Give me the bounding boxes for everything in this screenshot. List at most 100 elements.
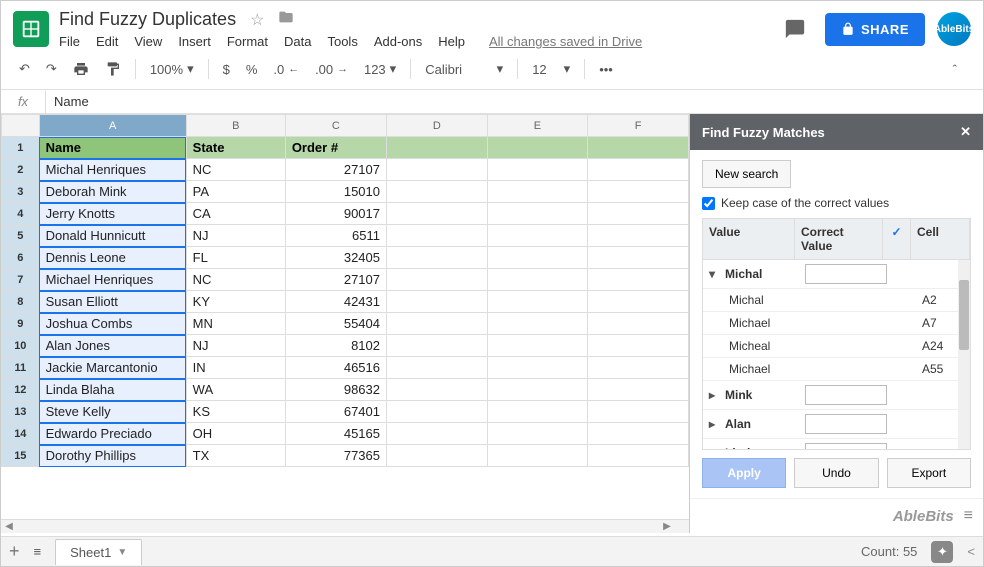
menu-format[interactable]: Format — [227, 34, 268, 49]
cell[interactable]: 46516 — [285, 357, 386, 379]
apply-button[interactable]: Apply — [702, 458, 786, 488]
menu-tools[interactable]: Tools — [327, 34, 357, 49]
cell[interactable]: 27107 — [285, 269, 386, 291]
cell[interactable]: Dorothy Phillips — [39, 445, 186, 467]
cell[interactable]: Donald Hunnicutt — [39, 225, 186, 247]
cell[interactable]: Order # — [285, 137, 386, 159]
result-group[interactable]: ▸Mink — [703, 381, 970, 410]
table-row[interactable]: 9Joshua CombsMN55404 — [2, 313, 689, 335]
cell[interactable]: 15010 — [285, 181, 386, 203]
result-item[interactable]: MichaelA55 — [703, 358, 970, 381]
keep-case-input[interactable] — [702, 197, 715, 210]
cell[interactable]: Michal Henriques — [39, 159, 186, 181]
col-header-D[interactable]: D — [387, 115, 488, 137]
col-header-C[interactable]: C — [285, 115, 386, 137]
table-row[interactable]: 8Susan ElliottKY42431 — [2, 291, 689, 313]
cell[interactable]: Alan Jones — [39, 335, 186, 357]
row-num[interactable]: 12 — [2, 379, 40, 401]
row-num[interactable]: 3 — [2, 181, 40, 203]
all-sheets-icon[interactable]: ≡ — [34, 544, 42, 559]
format-currency[interactable]: $ — [217, 58, 236, 81]
correct-value-input[interactable] — [805, 264, 887, 284]
cell[interactable]: Steve Kelly — [39, 401, 186, 423]
panel-menu-icon[interactable]: ≡ — [964, 507, 973, 525]
table-row[interactable]: 13Steve KellyKS67401 — [2, 401, 689, 423]
cell[interactable]: TX — [186, 445, 285, 467]
row-num[interactable]: 4 — [2, 203, 40, 225]
share-button[interactable]: SHARE — [825, 13, 925, 46]
number-format-select[interactable]: 123 ▾ — [358, 57, 402, 81]
cell[interactable]: 55404 — [285, 313, 386, 335]
menu-insert[interactable]: Insert — [178, 34, 211, 49]
cell[interactable]: PA — [186, 181, 285, 203]
cell[interactable]: Edwardo Preciado — [39, 423, 186, 445]
sheets-logo-icon[interactable] — [13, 11, 49, 47]
chevron-right-icon[interactable]: ▸ — [709, 417, 721, 431]
chevron-right-icon[interactable]: ▸ — [709, 446, 721, 450]
sheet-tab-menu-icon[interactable]: ▼ — [117, 547, 127, 558]
cell[interactable]: Linda Blaha — [39, 379, 186, 401]
cell[interactable]: Name — [39, 137, 186, 159]
format-percent[interactable]: % — [240, 58, 264, 81]
chevron-down-icon[interactable]: ▾ — [709, 267, 721, 281]
col-header-A[interactable]: A — [39, 115, 186, 137]
chevron-right-icon[interactable]: ▸ — [709, 388, 721, 402]
cell[interactable]: Susan Elliott — [39, 291, 186, 313]
row-num[interactable]: 14 — [2, 423, 40, 445]
scroll-right-icon[interactable]: ▶ — [659, 521, 675, 532]
cell[interactable]: 32405 — [285, 247, 386, 269]
cell[interactable]: FL — [186, 247, 285, 269]
cell[interactable]: CA — [186, 203, 285, 225]
decrease-decimal-icon[interactable]: .0← — [267, 58, 305, 81]
results-col-value[interactable]: Value — [703, 219, 795, 259]
cell[interactable]: 45165 — [285, 423, 386, 445]
table-row[interactable]: 5Donald HunnicuttNJ6511 — [2, 225, 689, 247]
cell[interactable]: IN — [186, 357, 285, 379]
table-row[interactable]: 12Linda BlahaWA98632 — [2, 379, 689, 401]
row-num[interactable]: 9 — [2, 313, 40, 335]
col-header-B[interactable]: B — [186, 115, 285, 137]
menu-view[interactable]: View — [134, 34, 162, 49]
scroll-left-icon[interactable]: ◀ — [1, 521, 17, 532]
paint-format-icon[interactable] — [99, 57, 127, 81]
cell[interactable]: WA — [186, 379, 285, 401]
horizontal-scrollbar[interactable]: ◀ ▶ — [1, 519, 689, 533]
cell[interactable]: Michael Henriques — [39, 269, 186, 291]
cell[interactable]: 6511 — [285, 225, 386, 247]
cell[interactable]: Dennis Leone — [39, 247, 186, 269]
cell[interactable]: 90017 — [285, 203, 386, 225]
table-row[interactable]: 4Jerry KnottsCA90017 — [2, 203, 689, 225]
formula-input[interactable]: Name — [46, 90, 97, 113]
star-icon[interactable]: ☆ — [250, 10, 264, 30]
collapse-toolbar-icon[interactable]: ˆ — [947, 58, 963, 81]
table-row[interactable]: 7Michael HenriquesNC27107 — [2, 269, 689, 291]
result-item[interactable]: MichalA2 — [703, 289, 970, 312]
cell[interactable]: State — [186, 137, 285, 159]
grid[interactable]: A B C D E F 1 Name State Order # 2Michal… — [1, 114, 689, 467]
comments-icon[interactable] — [777, 11, 813, 47]
zoom-select[interactable]: 100% ▾ — [144, 57, 200, 81]
row-num[interactable]: 11 — [2, 357, 40, 379]
save-status[interactable]: All changes saved in Drive — [489, 34, 642, 49]
undo-button[interactable]: Undo — [794, 458, 878, 488]
correct-value-input[interactable] — [805, 414, 887, 434]
cell[interactable]: MN — [186, 313, 285, 335]
cell[interactable]: 8102 — [285, 335, 386, 357]
redo-icon[interactable]: ↷ — [40, 57, 63, 81]
new-search-button[interactable]: New search — [702, 160, 791, 188]
cell[interactable]: Joshua Combs — [39, 313, 186, 335]
cell[interactable]: NC — [186, 159, 285, 181]
ablebits-logo[interactable]: AbleBits — [893, 508, 954, 525]
row-num[interactable]: 13 — [2, 401, 40, 423]
cell[interactable]: NJ — [186, 225, 285, 247]
cell[interactable]: 77365 — [285, 445, 386, 467]
print-icon[interactable] — [67, 57, 95, 81]
cell[interactable]: 42431 — [285, 291, 386, 313]
row-num[interactable]: 2 — [2, 159, 40, 181]
menu-help[interactable]: Help — [438, 34, 465, 49]
correct-value-input[interactable] — [805, 385, 887, 405]
cell[interactable]: KS — [186, 401, 285, 423]
cell[interactable]: 67401 — [285, 401, 386, 423]
row-num[interactable]: 7 — [2, 269, 40, 291]
menu-data[interactable]: Data — [284, 34, 311, 49]
